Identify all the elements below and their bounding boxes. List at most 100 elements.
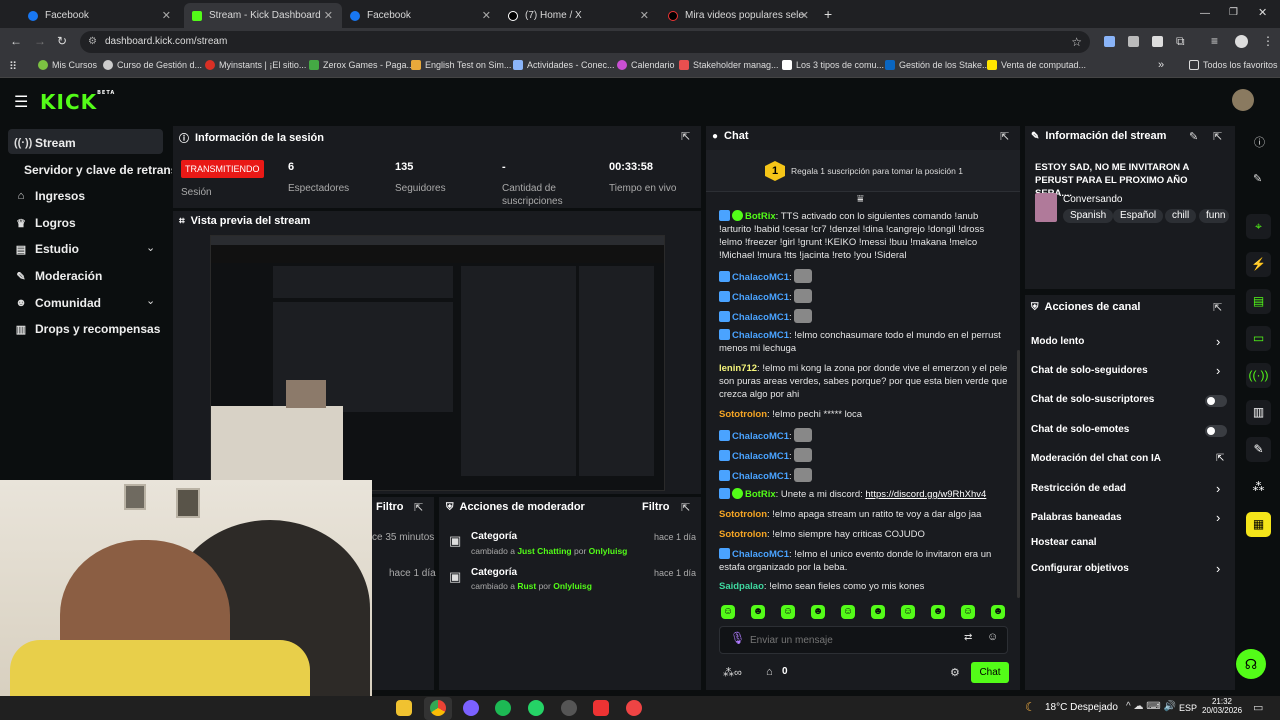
emote-icon[interactable]: [794, 428, 813, 442]
chat-send-button[interactable]: Chat: [971, 662, 1009, 683]
chat-username[interactable]: Sototrolon: [719, 509, 767, 520]
channel-action-item[interactable]: Restricción de edad: [1031, 483, 1126, 494]
clock[interactable]: 21:32 20/03/2026: [1202, 697, 1242, 715]
rail-button-chat-icon[interactable]: ▭: [1246, 326, 1271, 351]
channel-action-item[interactable]: Palabras baneadas: [1031, 512, 1122, 523]
close-icon[interactable]: ✕: [482, 9, 491, 22]
bookmark-item[interactable]: Zerox Games - Paga...: [309, 60, 414, 70]
bookmark-item[interactable]: Stakeholder manag...: [679, 60, 779, 70]
chrome-icon[interactable]: [430, 700, 446, 716]
stream-tag[interactable]: chill: [1165, 209, 1197, 223]
chevron-down-icon[interactable]: ⌄: [146, 294, 155, 307]
rail-button-lightning-icon[interactable]: ⚡: [1246, 252, 1271, 277]
sidebar-item-comunidad[interactable]: ☻ Comunidad: [14, 296, 101, 310]
mod-filter[interactable]: Filtro: [642, 501, 670, 513]
emoji-icon[interactable]: ☺: [987, 631, 998, 643]
back-icon[interactable]: ←: [10, 34, 22, 48]
obs-icon[interactable]: [561, 700, 577, 716]
channel-action-item[interactable]: Chat de solo-suscriptores: [1031, 394, 1154, 405]
rail-button-target-icon[interactable]: ⌖: [1246, 214, 1271, 239]
channel-action-item[interactable]: Moderación del chat con IA: [1031, 453, 1161, 464]
url-input[interactable]: ⚙ dashboard.kick.com/stream ☆: [80, 31, 1090, 53]
chat-username[interactable]: ChalacoMC1: [732, 272, 789, 283]
bookmark-item[interactable]: Los 3 tipos de comu...: [782, 60, 884, 70]
channel-action-item[interactable]: Hostear canal: [1031, 537, 1097, 548]
sidebar-item-logros[interactable]: ♛ Logros: [14, 216, 76, 230]
sidebar-item-stream[interactable]: ((·)) Stream: [14, 136, 76, 150]
channel-action-item[interactable]: Chat de solo-emotes: [1031, 424, 1129, 435]
apps-grid-icon[interactable]: ⠿: [9, 60, 17, 73]
quick-emote-icon[interactable]: ☻: [931, 605, 945, 619]
emote-icon[interactable]: [794, 448, 813, 462]
close-icon[interactable]: ✕: [640, 9, 649, 22]
chevron-right-icon[interactable]: ›: [1216, 481, 1220, 496]
quick-emote-icon[interactable]: ☺: [841, 605, 855, 619]
microphone-icon[interactable]: 🎙: [730, 631, 745, 645]
sidebar-item-estudio[interactable]: ▤ Estudio: [14, 242, 79, 256]
rail-button-broadcast-icon[interactable]: ((·)): [1246, 363, 1271, 388]
popout-icon[interactable]: ⇱: [414, 501, 423, 514]
edit-rail-icon[interactable]: ✎: [1253, 172, 1262, 185]
forward-icon[interactable]: →: [34, 34, 46, 48]
external-link-icon[interactable]: ⇱: [1216, 453, 1224, 464]
new-tab-button[interactable]: +: [824, 6, 832, 22]
quick-emote-icon[interactable]: ☻: [871, 605, 885, 619]
chat-username[interactable]: ChalacoMC1: [732, 312, 789, 323]
info-rail-icon[interactable]: ⓘ: [1254, 134, 1265, 150]
all-favorites-button[interactable]: Todos los favoritos: [1189, 60, 1278, 70]
app-icon[interactable]: [626, 700, 642, 716]
extensions-puzzle-icon[interactable]: ⧉: [1176, 34, 1185, 49]
chat-username[interactable]: ChalacoMC1: [732, 451, 789, 462]
rail-button-layout-icon[interactable]: ▥: [1246, 400, 1271, 425]
sidebar-item-server-key[interactable]: Servidor y clave de retransm: [24, 163, 172, 177]
sidebar-item-ingresos[interactable]: ⌂ Ingresos: [14, 189, 85, 203]
rail-button-users-icon[interactable]: ⁂: [1246, 475, 1271, 500]
chat-username[interactable]: ChalacoMC1: [732, 431, 789, 442]
discord-icon[interactable]: [463, 700, 479, 716]
chat-settings-icon[interactable]: ⚙: [950, 666, 960, 679]
kick-logo[interactable]: KICKBETA: [40, 90, 115, 114]
detail-target[interactable]: Just Chatting: [517, 546, 571, 556]
browser-tab[interactable]: (7) Home / X ✕: [500, 3, 658, 28]
bookmark-item[interactable]: Curso de Gestión d...: [103, 60, 202, 70]
sidebar-item-moderacion[interactable]: ✎ Moderación: [14, 269, 102, 283]
chat-username[interactable]: BotRix: [745, 489, 776, 500]
whatsapp-icon[interactable]: [528, 700, 544, 716]
chevron-right-icon[interactable]: ›: [1216, 363, 1220, 378]
user-avatar[interactable]: [1232, 89, 1254, 111]
toggle-switch[interactable]: [1205, 395, 1227, 407]
bookmark-item[interactable]: Gestión de los Stake...: [885, 60, 990, 70]
window-close-icon[interactable]: ✕: [1258, 6, 1267, 19]
quick-emote-icon[interactable]: ☺: [721, 605, 735, 619]
popout-icon[interactable]: ⇱: [681, 130, 690, 143]
chat-link[interactable]: https://discord.gg/w9RhXhv4: [865, 489, 986, 500]
quick-emote-icon[interactable]: ☻: [751, 605, 765, 619]
rail-button-wrench-icon[interactable]: ✎: [1246, 437, 1271, 462]
browser-tab[interactable]: Facebook ✕: [20, 3, 180, 28]
quick-emote-icon[interactable]: ☻: [991, 605, 1005, 619]
detail-user[interactable]: Onlyluisg: [589, 546, 628, 556]
chevron-down-icon[interactable]: ⌄: [146, 241, 155, 254]
bookmark-star-icon[interactable]: ☆: [1071, 31, 1082, 53]
language-indicator[interactable]: ESP: [1179, 703, 1197, 713]
activity-filter[interactable]: Filtro: [376, 501, 404, 513]
detail-target[interactable]: Rust: [517, 581, 536, 591]
app-icon[interactable]: [593, 700, 609, 716]
infinity-points-icon[interactable]: ⁂∞: [723, 666, 742, 679]
translate-icon[interactable]: ⇄: [964, 632, 972, 643]
emote-icon[interactable]: [794, 269, 813, 283]
rail-button-clapper-icon[interactable]: ▦: [1246, 512, 1271, 537]
bookmark-item[interactable]: English Test on Sim...: [411, 60, 511, 70]
popout-icon[interactable]: ⇱: [681, 501, 690, 514]
profile-avatar-icon[interactable]: [1235, 35, 1248, 48]
stream-tag[interactable]: Español: [1113, 209, 1164, 223]
chat-scrollbar[interactable]: [1017, 350, 1020, 598]
channel-action-item[interactable]: Configurar objetivos: [1031, 563, 1129, 574]
reload-icon[interactable]: ↻: [57, 34, 67, 48]
edit-pencil-icon[interactable]: ✎: [1189, 130, 1198, 143]
close-icon[interactable]: ✕: [800, 9, 809, 22]
pin-toggle-icon[interactable]: ⩸: [857, 193, 864, 206]
weather-text[interactable]: 18°C Despejado: [1045, 702, 1118, 713]
chat-username[interactable]: ChalacoMC1: [732, 330, 789, 341]
chat-username[interactable]: BotRix: [745, 211, 776, 222]
